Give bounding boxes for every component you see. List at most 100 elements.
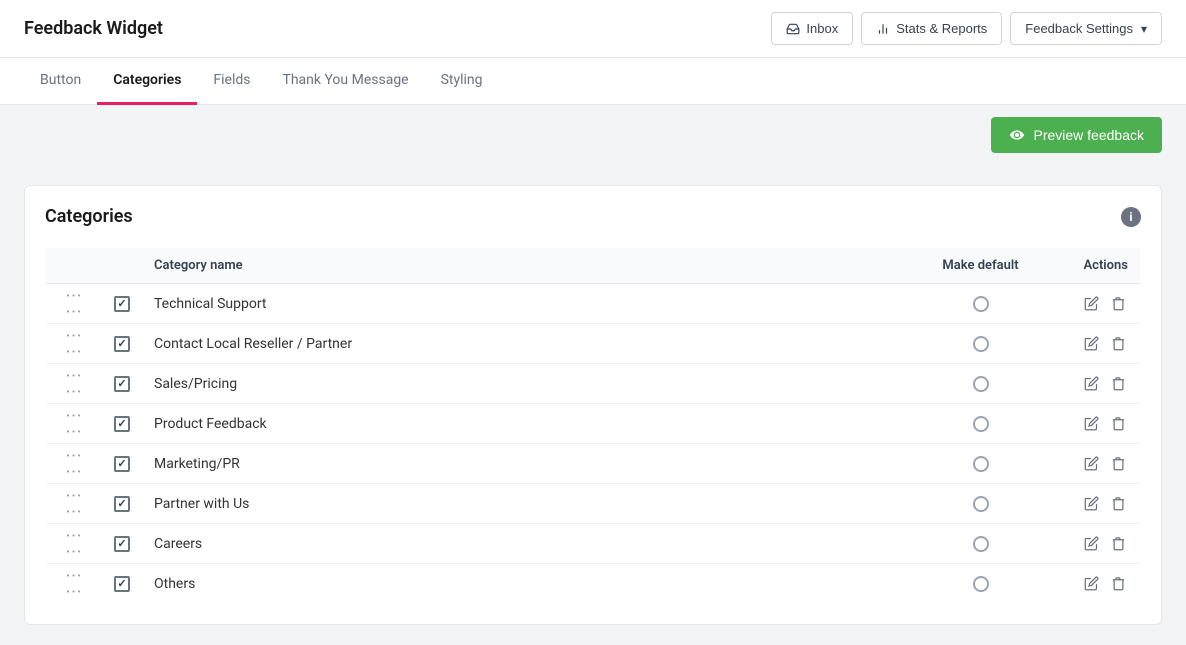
actions-cell: [1041, 364, 1141, 404]
edit-icon[interactable]: [1082, 454, 1101, 473]
make-default-radio[interactable]: [973, 336, 989, 352]
chevron-down-icon: [1139, 21, 1147, 36]
delete-icon[interactable]: [1109, 374, 1128, 393]
delete-icon[interactable]: [1109, 574, 1128, 593]
category-name: Sales/Pricing: [154, 376, 237, 392]
card-header: Categories i: [45, 206, 1141, 227]
edit-icon[interactable]: [1082, 334, 1101, 353]
categories-card: Categories i Category name Make default …: [24, 185, 1162, 625]
drag-handle-icon[interactable]: ⋮⋮: [65, 368, 84, 400]
make-default-cell: [921, 564, 1041, 604]
category-name: Product Feedback: [154, 416, 267, 432]
table-row: ⋮⋮ Careers: [46, 524, 1141, 564]
table-body: ⋮⋮ Technical Support: [46, 284, 1141, 604]
category-checkbox[interactable]: [114, 376, 130, 392]
table-row: ⋮⋮ Others: [46, 564, 1141, 604]
edit-icon[interactable]: [1082, 574, 1101, 593]
col-actions-header: Actions: [1041, 248, 1141, 284]
category-checkbox[interactable]: [114, 496, 130, 512]
make-default-radio[interactable]: [973, 376, 989, 392]
tab-button[interactable]: Button: [24, 58, 97, 105]
make-default-radio[interactable]: [973, 536, 989, 552]
category-name-cell: Product Feedback: [142, 404, 921, 444]
app-title: Feedback Widget: [24, 18, 163, 39]
category-checkbox[interactable]: [114, 576, 130, 592]
make-default-cell: [921, 324, 1041, 364]
make-default-radio[interactable]: [973, 456, 989, 472]
drag-handle-icon[interactable]: ⋮⋮: [65, 328, 84, 360]
make-default-radio[interactable]: [973, 496, 989, 512]
drag-handle-icon[interactable]: ⋮⋮: [65, 408, 84, 440]
edit-icon[interactable]: [1082, 414, 1101, 433]
checkbox-cell: [102, 444, 142, 484]
feedback-settings-button[interactable]: Feedback Settings: [1010, 12, 1162, 45]
actions-cell: [1041, 324, 1141, 364]
delete-icon[interactable]: [1109, 454, 1128, 473]
edit-icon[interactable]: [1082, 534, 1101, 553]
category-checkbox[interactable]: [114, 336, 130, 352]
drag-cell: ⋮⋮: [46, 444, 103, 484]
drag-handle-icon[interactable]: ⋮⋮: [65, 288, 84, 320]
col-default-header: Make default: [921, 248, 1041, 284]
delete-icon[interactable]: [1109, 334, 1128, 353]
checkbox-cell: [102, 564, 142, 604]
tab-thank-you-message[interactable]: Thank You Message: [266, 58, 424, 105]
checkbox-cell: [102, 324, 142, 364]
delete-icon[interactable]: [1109, 534, 1128, 553]
drag-cell: ⋮⋮: [46, 564, 103, 604]
stats-reports-label: Stats & Reports: [896, 21, 987, 36]
delete-icon[interactable]: [1109, 414, 1128, 433]
drag-handle-icon[interactable]: ⋮⋮: [65, 488, 84, 520]
info-icon[interactable]: i: [1121, 207, 1141, 227]
category-name-cell: Others: [142, 564, 921, 604]
drag-cell: ⋮⋮: [46, 404, 103, 444]
edit-icon[interactable]: [1082, 374, 1101, 393]
make-default-radio[interactable]: [973, 296, 989, 312]
delete-icon[interactable]: [1109, 494, 1128, 513]
make-default-radio[interactable]: [973, 576, 989, 592]
category-name-cell: Marketing/PR: [142, 444, 921, 484]
checkbox-cell: [102, 524, 142, 564]
drag-handle-icon[interactable]: ⋮⋮: [65, 528, 84, 560]
checkbox-cell: [102, 364, 142, 404]
tab-styling[interactable]: Styling: [425, 58, 499, 105]
table-header-row: Category name Make default Actions: [46, 248, 1141, 284]
category-checkbox[interactable]: [114, 536, 130, 552]
category-checkbox[interactable]: [114, 296, 130, 312]
tab-categories[interactable]: Categories: [97, 58, 197, 105]
actions-cell: [1041, 284, 1141, 324]
stats-icon: [876, 22, 890, 36]
stats-reports-button[interactable]: Stats & Reports: [861, 12, 1002, 45]
eye-icon: [1009, 127, 1025, 143]
category-checkbox[interactable]: [114, 416, 130, 432]
preview-feedback-button[interactable]: Preview feedback: [991, 117, 1162, 153]
edit-icon[interactable]: [1082, 494, 1101, 513]
edit-icon[interactable]: [1082, 294, 1101, 313]
categories-title: Categories: [45, 206, 133, 227]
checkbox-cell: [102, 484, 142, 524]
drag-cell: ⋮⋮: [46, 364, 103, 404]
category-name: Contact Local Reseller / Partner: [154, 336, 352, 352]
drag-handle-icon[interactable]: ⋮⋮: [65, 448, 84, 480]
table-row: ⋮⋮ Technical Support: [46, 284, 1141, 324]
col-check-header: [102, 248, 142, 284]
col-name-header: Category name: [142, 248, 921, 284]
header: Feedback Widget Inbox Stats & Reports Fe…: [0, 0, 1186, 58]
category-name-cell: Contact Local Reseller / Partner: [142, 324, 921, 364]
checkbox-cell: [102, 284, 142, 324]
delete-icon[interactable]: [1109, 294, 1128, 313]
make-default-cell: [921, 284, 1041, 324]
make-default-cell: [921, 404, 1041, 444]
tab-fields[interactable]: Fields: [197, 58, 266, 105]
inbox-button[interactable]: Inbox: [771, 12, 853, 45]
actions-cell: [1041, 484, 1141, 524]
table-row: ⋮⋮ Marketing/PR: [46, 444, 1141, 484]
header-actions: Inbox Stats & Reports Feedback Settings: [771, 12, 1162, 45]
drag-handle-icon[interactable]: ⋮⋮: [65, 568, 84, 600]
make-default-cell: [921, 484, 1041, 524]
category-checkbox[interactable]: [114, 456, 130, 472]
make-default-radio[interactable]: [973, 416, 989, 432]
category-name-cell: Careers: [142, 524, 921, 564]
checkbox-cell: [102, 404, 142, 444]
table-row: ⋮⋮ Product Feedback: [46, 404, 1141, 444]
